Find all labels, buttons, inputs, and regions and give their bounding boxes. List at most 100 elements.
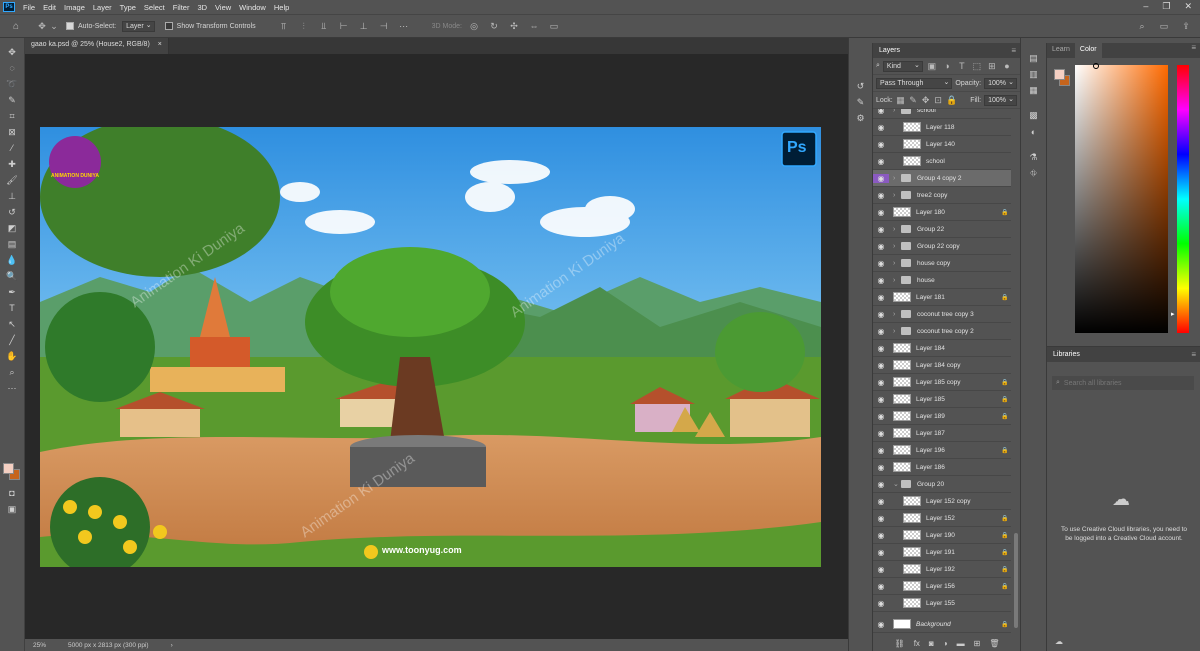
auto-select-dropdown[interactable]: Layer [122, 20, 155, 32]
hand-tool-icon[interactable]: ✋ [4, 349, 20, 364]
chevron-right-icon[interactable]: › [171, 642, 173, 649]
show-transform-checkbox[interactable] [164, 22, 173, 30]
visibility-eye-icon[interactable]: ◉ [873, 395, 889, 404]
visibility-eye-icon[interactable]: ◉ [873, 531, 889, 540]
close-tab-icon[interactable]: × [158, 41, 162, 51]
color-picker-cursor[interactable] [1093, 63, 1099, 69]
visibility-eye-icon[interactable]: ◉ [873, 123, 889, 132]
panel-menu-icon[interactable]: ≡ [1191, 350, 1196, 359]
visibility-eye-icon[interactable]: ◉ [873, 242, 889, 251]
visibility-eye-icon[interactable]: ◉ [873, 620, 889, 629]
foreground-color-swatch[interactable] [3, 463, 14, 474]
align-right-icon[interactable]: ⊣ [378, 20, 390, 32]
visibility-eye-icon[interactable]: ◉ [873, 565, 889, 574]
layer-row[interactable]: ◉ Layer 184 copy [873, 357, 1011, 374]
menu-view[interactable]: View [215, 3, 231, 12]
menu-select[interactable]: Select [144, 3, 165, 12]
layer-row[interactable]: ◉ Layer 187 [873, 425, 1011, 442]
expand-chevron-icon[interactable]: › [893, 226, 901, 233]
more-tools-icon[interactable]: ⋯ [4, 381, 20, 396]
filter-kind-dropdown[interactable]: Kind [882, 60, 923, 72]
visibility-eye-icon[interactable]: ◉ [873, 599, 889, 608]
blur-tool-icon[interactable]: 💧 [4, 253, 20, 268]
background-layer-row[interactable]: ◉ Background 🔒 [873, 616, 1011, 633]
zoom-level[interactable]: 25% [33, 642, 46, 649]
layer-row[interactable]: ◉ Layer 140 [873, 136, 1011, 153]
auto-select-checkbox[interactable] [66, 22, 74, 30]
layer-row[interactable]: ◉ ⌄ Group 20 [873, 476, 1011, 493]
visibility-eye-icon[interactable]: ◉ [873, 378, 889, 387]
visibility-eye-icon[interactable]: ◉ [873, 463, 889, 472]
visibility-eye-icon[interactable]: ◉ [873, 140, 889, 149]
video-3d-icon[interactable]: ▭ [548, 20, 560, 32]
layer-row[interactable]: ◉ › coconut tree copy 2 [873, 323, 1011, 340]
screen-mode-icon[interactable]: ▣ [4, 502, 20, 517]
swatches-icon[interactable]: ▩ [1026, 108, 1042, 123]
expand-chevron-icon[interactable]: › [893, 192, 901, 199]
channels-icon[interactable]: ▤ [1026, 51, 1042, 66]
drag-3d-icon[interactable]: ✣ [508, 20, 520, 32]
menu-layer[interactable]: Layer [93, 3, 112, 12]
fx-icon[interactable]: fx [914, 639, 920, 648]
visibility-eye-icon[interactable]: ◉ [873, 327, 889, 336]
layer-row[interactable]: ◉ Layer 196 🔒 [873, 442, 1011, 459]
pen-tool-icon[interactable]: ✒ [4, 285, 20, 300]
orbit-3d-icon[interactable]: ◎ [468, 20, 480, 32]
lasso-tool-icon[interactable]: ➰ [4, 77, 20, 92]
layer-row[interactable]: ◉ › coconut tree copy 3 [873, 306, 1011, 323]
quick-select-tool-icon[interactable]: ✎ [4, 93, 20, 108]
expand-chevron-icon[interactable]: › [893, 109, 901, 114]
blend-mode-dropdown[interactable]: Pass Through [876, 77, 953, 89]
eyedropper-tool-icon[interactable]: ⁄ [4, 141, 20, 156]
align-center-icon[interactable]: ⊥ [358, 20, 370, 32]
visibility-eye-icon[interactable]: ◉ [873, 157, 889, 166]
quick-mask-icon[interactable]: ◘ [4, 486, 20, 501]
align-middle-icon[interactable]: ⫶ [298, 20, 310, 32]
color-field[interactable] [1075, 65, 1168, 333]
panel-menu-icon[interactable]: ≡ [1011, 46, 1016, 55]
layer-row[interactable]: ◉ Layer 184 [873, 340, 1011, 357]
layer-row[interactable]: ◉ Layer 186 [873, 459, 1011, 476]
layer-row[interactable]: ◉ Layer 191 🔒 [873, 544, 1011, 561]
slide-3d-icon[interactable]: ⇔ [528, 20, 540, 32]
brush-tool-icon[interactable]: 🖌 [4, 173, 20, 188]
align-bottom-icon[interactable]: ⫫ [318, 20, 330, 32]
layer-row[interactable]: ◉ › Group 22 [873, 221, 1011, 238]
opacity-input[interactable]: 100% [984, 77, 1017, 89]
lock-artboard-icon[interactable]: ⊡ [933, 94, 943, 106]
expand-chevron-icon[interactable]: › [893, 260, 901, 267]
layer-row[interactable]: ◉ school [873, 153, 1011, 170]
visibility-eye-icon[interactable]: ◉ [873, 109, 889, 115]
marquee-tool-icon[interactable]: ◌ [4, 61, 20, 76]
layer-row[interactable]: ◉ Layer 118 [873, 119, 1011, 136]
chevron-down-icon[interactable]: ⌄ [48, 20, 60, 32]
path-select-tool-icon[interactable]: ↖ [4, 317, 20, 332]
paths-icon[interactable]: ⛗ [1026, 166, 1042, 181]
lock-image-icon[interactable]: ✎ [908, 94, 918, 106]
visibility-eye-icon[interactable]: ◉ [873, 191, 889, 200]
expand-chevron-icon[interactable]: › [893, 328, 901, 335]
expand-chevron-icon[interactable]: › [893, 175, 901, 182]
visibility-eye-icon[interactable]: ◉ [873, 293, 889, 302]
hue-slider-handle[interactable]: ▸ [1171, 310, 1175, 318]
layer-row[interactable]: ◉ Layer 185 copy 🔒 [873, 374, 1011, 391]
layer-row[interactable]: ◉ › house [873, 272, 1011, 289]
dodge-tool-icon[interactable]: 🔍 [4, 269, 20, 284]
lock-position-icon[interactable]: ✥ [921, 94, 931, 106]
align-left-icon[interactable]: ⊢ [338, 20, 350, 32]
visibility-eye-icon[interactable]: ◉ [873, 225, 889, 234]
document-tab[interactable]: gaao ka.psd @ 25% (House2, RGB/8) × [25, 38, 169, 54]
panel-menu-icon[interactable]: ≡ [1191, 43, 1196, 58]
layer-row[interactable]: ◉ Layer 181 🔒 [873, 289, 1011, 306]
roll-3d-icon[interactable]: ↻ [488, 20, 500, 32]
properties-icon[interactable]: ⚙ [853, 111, 869, 126]
layer-row[interactable]: ◉ Layer 152 🔒 [873, 510, 1011, 527]
gradients-icon[interactable]: ▥ [1026, 67, 1042, 82]
minimize-button[interactable]: – [1143, 1, 1148, 12]
visibility-eye-icon[interactable]: ◉ [873, 344, 889, 353]
layer-row[interactable]: ◉ Layer 152 copy [873, 493, 1011, 510]
move-tool-icon[interactable]: ✥ [4, 45, 20, 60]
layer-row[interactable]: ◉ › Group 4 copy 2 [873, 170, 1011, 187]
layer-row[interactable]: ◉ Layer 180 🔒 [873, 204, 1011, 221]
tab-learn[interactable]: Learn [1047, 43, 1075, 58]
